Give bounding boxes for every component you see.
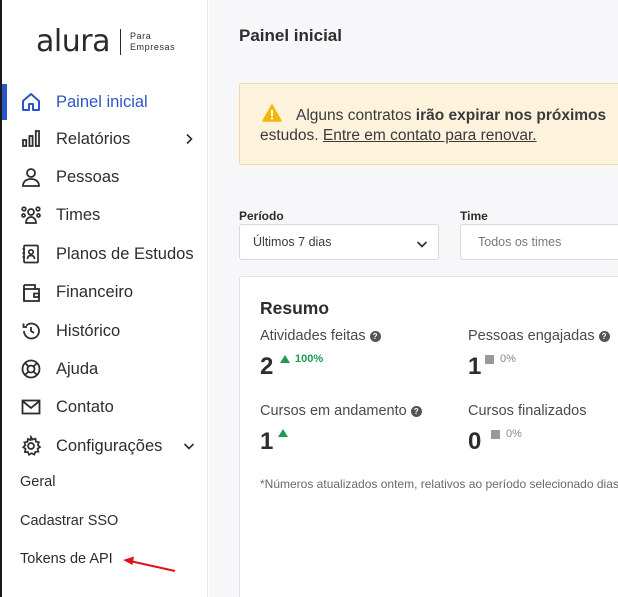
brand-logo[interactable]: alura Para Empresas — [36, 24, 175, 60]
brand-wordmark: alura — [36, 24, 110, 59]
sidebar-subitem-tokens-de-api[interactable]: Tokens de API — [20, 551, 113, 567]
warning-icon — [262, 104, 282, 127]
help-icon[interactable]: ? — [410, 405, 422, 417]
sidebar-item-label: Planos de Estudos — [56, 244, 194, 263]
metric-label-text: Pessoas engajadas — [468, 328, 595, 344]
sidebar-item-label: Histórico — [56, 321, 121, 340]
team-filter-label: Time — [460, 209, 488, 223]
help-icon[interactable]: ? — [598, 330, 610, 342]
trend-up-icon — [278, 429, 288, 437]
metric-value-cursos-finalizados: 0 — [468, 428, 482, 455]
trend-flat-icon — [485, 354, 494, 364]
person-icon — [20, 166, 42, 188]
sidebar-item-label: Times — [56, 205, 101, 224]
period-select-value: Últimos 7 dias — [253, 235, 332, 249]
bar-chart-icon — [20, 128, 42, 150]
alert-text: Alguns contratos — [296, 107, 416, 124]
delta-text: 0% — [506, 428, 522, 440]
home-icon — [20, 91, 42, 113]
metric-value-pessoas-engajadas: 1 — [468, 353, 482, 380]
summary-footnote: *Números atualizados ontem, relativos ao… — [260, 477, 618, 491]
mail-icon — [20, 396, 42, 418]
brand-divider — [119, 29, 121, 55]
brand-subtitle-line2: Empresas — [129, 42, 176, 52]
sidebar-item-ajuda[interactable]: Ajuda — [2, 351, 208, 387]
summary-title: Resumo — [260, 298, 330, 318]
lifebuoy-icon — [20, 358, 42, 380]
gear-icon — [20, 435, 42, 457]
renew-contract-link[interactable]: Entre em contato para renovar. — [323, 127, 537, 144]
sidebar-item-relatorios[interactable]: Relatórios — [2, 121, 208, 157]
metric-delta-atividades: 100% — [280, 353, 323, 365]
study-plan-icon — [20, 243, 42, 265]
sidebar-item-label: Pessoas — [56, 167, 120, 186]
sidebar-item-configuracoes[interactable]: Configurações — [2, 428, 208, 464]
period-filter-label: Período — [239, 209, 284, 223]
metric-delta-cursos-andamento — [278, 429, 293, 437]
sidebar-item-times[interactable]: Times — [2, 197, 208, 233]
metric-label-cursos-finalizados: Cursos finalizados — [468, 403, 586, 419]
history-icon — [20, 320, 42, 342]
sidebar-item-historico[interactable]: Histórico — [2, 313, 208, 349]
sidebar-item-painel-inicial[interactable]: Painel inicial — [2, 84, 208, 120]
delta-text: 100% — [295, 353, 324, 365]
metric-value-cursos-andamento: 1 — [260, 428, 274, 455]
sidebar-item-planos-de-estudos[interactable]: Planos de Estudos — [2, 236, 208, 272]
metric-label-text: Cursos finalizados — [468, 403, 587, 419]
sidebar-subitem-geral[interactable]: Geral — [20, 474, 55, 490]
trend-flat-icon — [491, 429, 500, 439]
brand-subtitle-line1: Para — [129, 31, 152, 41]
metric-label-pessoas-engajadas: Pessoas engajadas? — [468, 328, 610, 344]
period-select[interactable]: Últimos 7 dias — [239, 224, 439, 260]
team-select-placeholder: Todos os times — [478, 235, 562, 249]
metric-delta-pessoas-engajadas: 0% — [485, 353, 516, 365]
sidebar-item-label: Painel inicial — [56, 92, 148, 111]
metric-label-text: Atividades feitas — [260, 328, 366, 344]
sidebar-item-label: Configurações — [56, 436, 163, 455]
sidebar-item-label: Relatórios — [56, 129, 131, 148]
contract-expiry-alert: Alguns contratos irão expirar nos próxim… — [239, 83, 618, 165]
chevron-down-icon — [416, 237, 428, 255]
alert-text: estudos. — [260, 127, 323, 144]
metric-label-cursos-andamento: Cursos em andamento? — [260, 403, 422, 419]
chevron-down-icon — [183, 440, 195, 452]
sidebar-item-label: Contato — [56, 397, 114, 416]
team-icon — [20, 204, 42, 226]
alert-message-line1: Alguns contratos irão expirar nos próxim… — [296, 107, 606, 125]
page-title: Painel inicial — [239, 26, 342, 45]
alert-message-line2: estudos. Entre em contato para renovar. — [260, 127, 537, 145]
sidebar: alura Para Empresas Painel inicial Relat… — [2, 0, 208, 597]
metric-delta-cursos-finalizados: 0% — [491, 428, 522, 440]
delta-text: 0% — [500, 353, 516, 365]
sidebar-subitem-cadastrar-sso[interactable]: Cadastrar SSO — [20, 513, 118, 529]
red-arrow-annotation — [123, 556, 176, 572]
alert-bold-text: irão expirar nos próximos — [415, 107, 607, 124]
chevron-right-icon — [183, 133, 195, 145]
sidebar-item-financeiro[interactable]: Financeiro — [2, 274, 208, 310]
metric-label-atividades: Atividades feitas? — [260, 328, 381, 344]
summary-card: Resumo Atividades feitas? 2 100% Pessoas… — [239, 276, 618, 597]
main-content: Painel inicial Alguns contratos irão exp… — [209, 0, 618, 597]
help-icon[interactable]: ? — [369, 330, 381, 342]
metric-label-text: Cursos em andamento — [260, 403, 407, 419]
sidebar-item-contato[interactable]: Contato — [2, 389, 208, 425]
brand-subtitle: Para Empresas — [130, 31, 175, 53]
sidebar-item-pessoas[interactable]: Pessoas — [2, 159, 208, 195]
metric-value-atividades: 2 — [260, 353, 274, 380]
sidebar-item-label: Financeiro — [56, 282, 134, 301]
team-select[interactable]: Todos os times — [460, 224, 618, 260]
trend-up-icon — [280, 355, 290, 363]
sidebar-item-label: Ajuda — [56, 359, 99, 378]
wallet-icon — [20, 281, 42, 303]
